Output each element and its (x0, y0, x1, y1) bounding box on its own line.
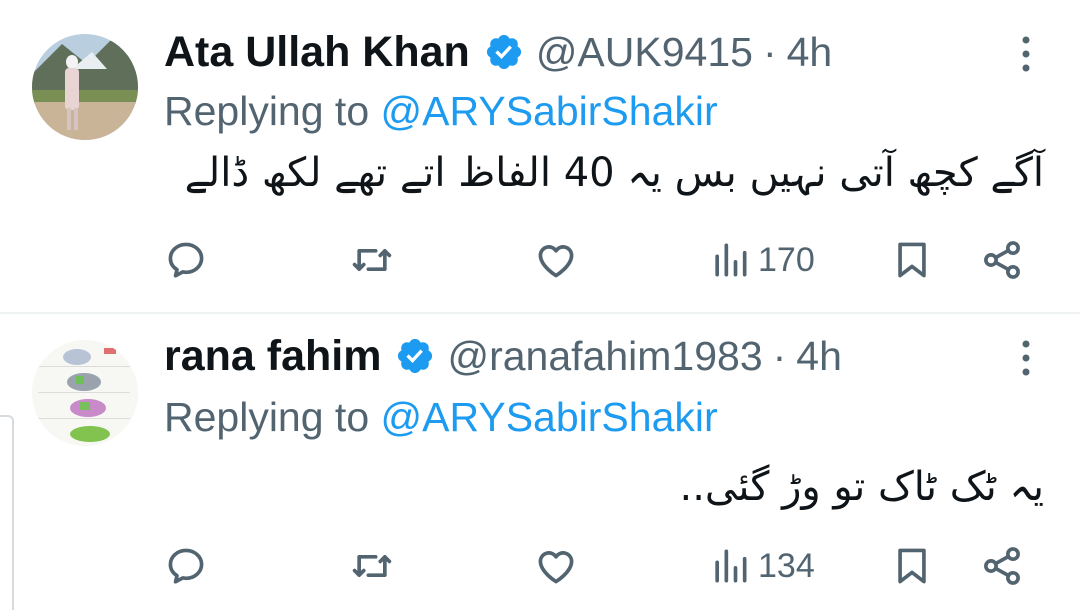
display-name[interactable]: Ata Ullah Khan (164, 28, 470, 77)
verified-badge-icon (398, 338, 433, 374)
share-button[interactable] (980, 230, 1024, 290)
like-button[interactable] (534, 536, 578, 596)
view-count: 134 (758, 546, 815, 585)
user-handle[interactable]: @ranafahim1983 (447, 333, 762, 380)
bookmark-icon (898, 242, 926, 278)
retweet-button[interactable] (350, 536, 394, 596)
share-icon (984, 547, 1020, 585)
user-handle[interactable]: @AUK9415 (536, 29, 753, 76)
bookmark-icon (898, 548, 926, 584)
replying-to-mention[interactable]: @ARYSabirShakir (381, 394, 718, 440)
tweet-text: یہ ٹک ٹاک تو وڑ گئی.. (679, 464, 1044, 510)
reply-button[interactable] (164, 536, 208, 596)
retweet-button[interactable] (350, 230, 394, 290)
like-button[interactable] (534, 230, 578, 290)
analytics-icon (715, 243, 747, 277)
display-name[interactable]: rana fahim (164, 332, 381, 381)
retweet-icon (352, 555, 392, 577)
more-options-icon[interactable] (1010, 30, 1042, 78)
tweet-header: Ata Ullah Khan @AUK9415 · 4h (164, 22, 832, 82)
side-panel-edge (0, 415, 14, 610)
views-button[interactable]: 170 (708, 230, 815, 290)
elephant-drawing-avatar-icon (32, 340, 138, 446)
replying-to-label: Replying to (164, 394, 370, 440)
avatar[interactable] (32, 340, 138, 446)
timestamp[interactable]: 4h (796, 333, 842, 380)
replying-to-label: Replying to (164, 88, 370, 134)
verified-badge-icon (486, 34, 521, 70)
tweet-text: آگے کچھ آتی نہیں بس یہ 40 الفاظ اتے تھے … (184, 150, 1044, 196)
tweet-card[interactable]: rana fahim @ranafahim1983 · 4h Replying … (0, 314, 1080, 608)
bookmark-button[interactable] (890, 230, 934, 290)
reply-icon (168, 548, 204, 584)
more-options-icon[interactable] (1010, 334, 1042, 382)
analytics-icon (715, 549, 747, 583)
tweet-header: rana fahim @ranafahim1983 · 4h (164, 326, 842, 386)
separator-dot: · (762, 28, 777, 75)
profile-photo-icon (32, 34, 138, 140)
action-bar: 134 (0, 536, 1080, 596)
share-icon (984, 241, 1020, 279)
heart-icon (538, 551, 574, 584)
views-button[interactable]: 134 (708, 536, 815, 596)
heart-icon (538, 245, 574, 278)
share-button[interactable] (980, 536, 1024, 596)
retweet-icon (352, 249, 392, 271)
action-bar: 170 (0, 230, 1080, 290)
avatar[interactable] (32, 34, 138, 140)
separator-dot: · (772, 332, 787, 379)
reply-button[interactable] (164, 230, 208, 290)
view-count: 170 (758, 240, 815, 279)
replying-to-mention[interactable]: @ARYSabirShakir (381, 88, 718, 134)
reply-icon (168, 242, 204, 278)
replying-to-line: Replying to @ARYSabirShakir (164, 88, 718, 135)
replying-to-line: Replying to @ARYSabirShakir (164, 394, 718, 441)
bookmark-button[interactable] (890, 536, 934, 596)
tweet-card[interactable]: Ata Ullah Khan @AUK9415 · 4h Replying to… (0, 0, 1080, 312)
timestamp[interactable]: 4h (787, 29, 833, 76)
